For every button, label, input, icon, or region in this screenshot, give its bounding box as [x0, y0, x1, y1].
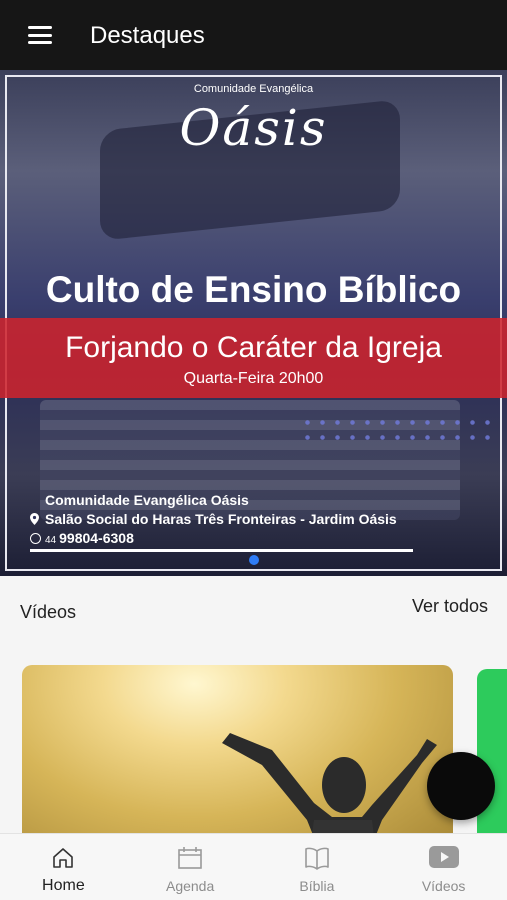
bottom-navigation: Home Agenda Bíblia Vídeos [0, 833, 507, 900]
nav-label-biblia: Bíblia [299, 878, 335, 894]
address-line: Salão Social do Haras Três Fronteiras - … [30, 511, 397, 527]
banner-subheading: Forjando o Caráter da Igreja [65, 331, 442, 364]
floating-action-button[interactable] [427, 752, 495, 820]
calendar-icon [178, 847, 202, 869]
nav-item-videos[interactable]: Vídeos [380, 834, 507, 900]
top-app-bar: Destaques [0, 0, 507, 70]
app-screen: Destaques Comunidade Evangélica Oásis Cu… [0, 0, 507, 900]
video-card[interactable] [22, 665, 453, 855]
videos-section-header: Vídeos Ver todos [0, 576, 507, 636]
video-play-icon [428, 846, 459, 868]
videos-section-title: Vídeos [20, 602, 77, 622]
nav-item-biblia[interactable]: Bíblia [254, 834, 381, 900]
info-underline [30, 549, 413, 552]
whatsapp-icon [30, 533, 41, 544]
hamburger-menu-icon[interactable] [28, 26, 52, 44]
see-all-videos-link[interactable]: Ver todos [412, 596, 488, 617]
nav-label-agenda: Agenda [165, 878, 215, 894]
featured-banner[interactable]: Comunidade Evangélica Oásis Culto de Ens… [0, 70, 507, 576]
banner-heading: Culto de Ensino Bíblico [45, 269, 462, 310]
book-icon [305, 847, 329, 870]
event-time: Quarta-Feira 20h00 [183, 370, 324, 387]
phone-line: 44 99804-6308 [30, 530, 134, 546]
phone-prefix: 44 [45, 535, 57, 546]
nav-item-agenda[interactable]: Agenda [127, 834, 254, 900]
phone-number: 99804-6308 [59, 530, 134, 546]
organization-name: Comunidade Evangélica Oásis [45, 492, 249, 508]
nav-item-home[interactable]: Home [0, 834, 127, 900]
address-text: Salão Social do Haras Três Fronteiras - … [45, 511, 397, 527]
page-title: Destaques [90, 22, 205, 49]
logo-tagline: Comunidade Evangélica [193, 83, 314, 95]
home-icon [53, 848, 74, 868]
location-pin-icon [30, 513, 39, 525]
carousel-indicator-active[interactable] [249, 555, 259, 565]
church-logo: Oásis [179, 99, 328, 157]
nav-label-videos: Vídeos [421, 878, 466, 894]
nav-label-home: Home [42, 877, 85, 894]
